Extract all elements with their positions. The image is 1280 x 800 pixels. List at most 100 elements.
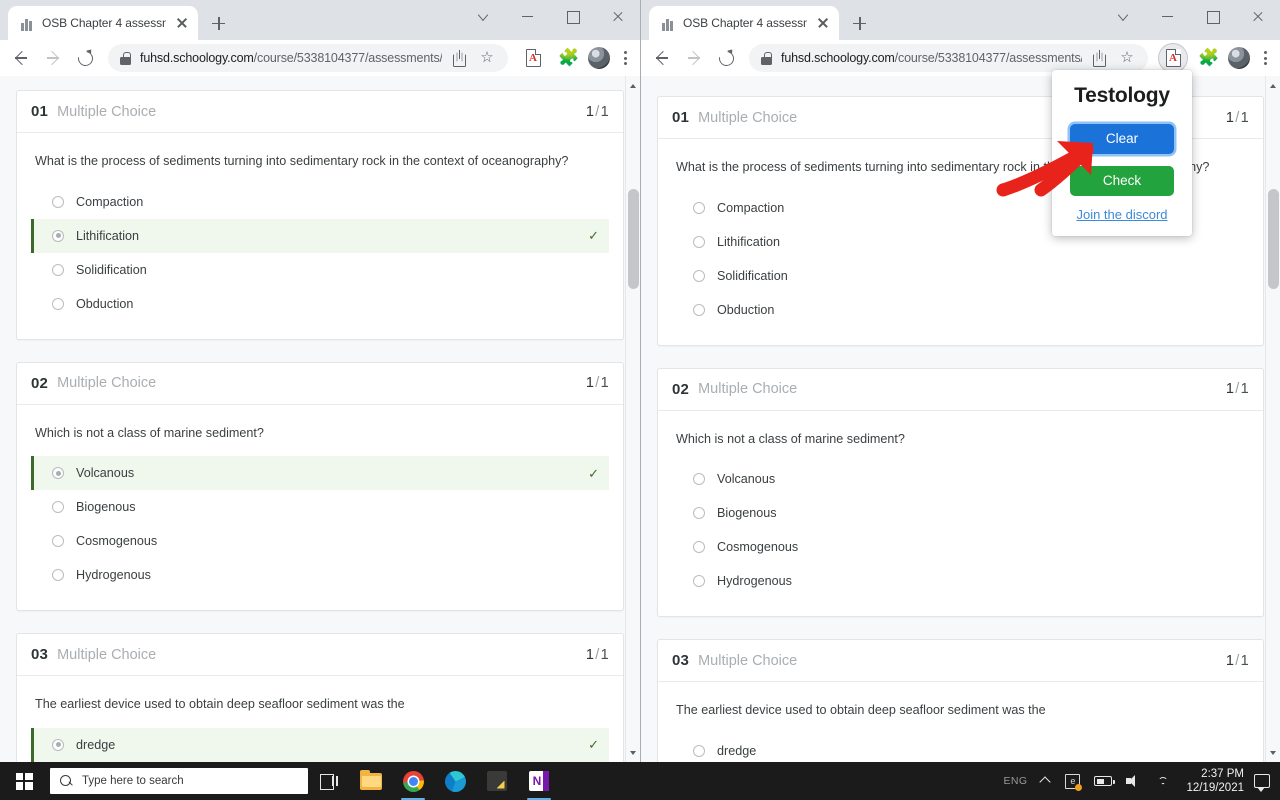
back-button[interactable]	[647, 43, 677, 73]
share-icon[interactable]	[451, 49, 469, 67]
answer-option[interactable]: Obduction	[31, 287, 609, 321]
answer-option[interactable]: Obduction	[672, 293, 1249, 327]
google-chrome-button[interactable]	[392, 762, 434, 800]
answer-option[interactable]: Cosmogenous	[672, 530, 1249, 564]
notifications-button[interactable]	[1254, 774, 1270, 788]
close-icon[interactable]	[174, 15, 190, 31]
answer-option[interactable]: Hydrogenous	[672, 564, 1249, 598]
forward-button[interactable]	[38, 43, 68, 73]
extensions-button[interactable]: 🧩	[1192, 43, 1222, 73]
answer-option[interactable]: dredge✓	[31, 728, 609, 762]
chevron-down-icon[interactable]	[1100, 0, 1145, 32]
radio-button-icon[interactable]	[693, 507, 705, 519]
reload-button[interactable]	[70, 43, 100, 73]
answer-option[interactable]: Biogenous	[31, 490, 609, 524]
scrollbar-thumb[interactable]	[628, 189, 639, 289]
language-indicator[interactable]: ENG	[996, 762, 1034, 800]
clear-button[interactable]: Clear	[1070, 124, 1174, 154]
answer-option-label: Hydrogenous	[717, 574, 792, 588]
answer-option[interactable]: Volcanous	[672, 462, 1249, 496]
radio-button-icon[interactable]	[693, 575, 705, 587]
bookmark-star-icon[interactable]: ☆	[478, 49, 496, 67]
browser-tab[interactable]: OSB Chapter 4 assessment | Scho	[8, 6, 198, 40]
radio-button-icon[interactable]	[693, 473, 705, 485]
answer-option[interactable]: Lithification✓	[31, 219, 609, 253]
battery-button[interactable]	[1087, 762, 1119, 800]
answer-option[interactable]: Volcanous✓	[31, 456, 609, 490]
share-icon[interactable]	[1091, 49, 1109, 67]
microsoft-edge-button[interactable]	[434, 762, 476, 800]
forward-button[interactable]	[679, 43, 709, 73]
task-view-button[interactable]	[308, 762, 350, 800]
extensions-button[interactable]: 🧩	[552, 43, 582, 73]
answer-option[interactable]: dredge	[672, 734, 1249, 762]
radio-button-icon[interactable]	[52, 739, 64, 751]
new-tab-button[interactable]	[845, 9, 873, 37]
radio-button-icon[interactable]	[693, 236, 705, 248]
volume-button[interactable]	[1119, 762, 1148, 800]
chrome-menu-button[interactable]	[616, 47, 634, 69]
tray-app-button[interactable]: e	[1058, 762, 1087, 800]
radio-button-icon[interactable]	[52, 230, 64, 242]
task-view-icon	[320, 773, 338, 789]
close-window-button[interactable]	[595, 0, 640, 32]
chevron-down-icon[interactable]	[460, 0, 505, 32]
bookmark-star-icon[interactable]: ☆	[1118, 49, 1136, 67]
page-scrollbar-left[interactable]	[625, 76, 640, 762]
question-text: Which is not a class of marine sediment?	[676, 431, 1249, 449]
network-button[interactable]	[1148, 762, 1178, 800]
radio-button-icon[interactable]	[52, 467, 64, 479]
window-controls	[460, 0, 640, 32]
address-bar[interactable]: fuhsd.schoology.com/course/5338104377/as…	[749, 44, 1148, 72]
minimize-button[interactable]	[505, 0, 550, 32]
radio-button-icon[interactable]	[52, 196, 64, 208]
answer-option[interactable]: Solidification	[672, 259, 1249, 293]
radio-button-icon[interactable]	[693, 270, 705, 282]
browser-tab[interactable]: OSB Chapter 4 assessment | Scho	[649, 6, 839, 40]
radio-button-icon[interactable]	[52, 569, 64, 581]
address-bar[interactable]: fuhsd.schoology.com/course/5338104377/as…	[108, 44, 508, 72]
radio-button-icon[interactable]	[693, 304, 705, 316]
radio-button-icon[interactable]	[52, 264, 64, 276]
answer-option[interactable]: Cosmogenous	[31, 524, 609, 558]
show-hidden-icons-button[interactable]	[1034, 762, 1058, 800]
answer-option[interactable]: Compaction	[31, 185, 609, 219]
onenote-button[interactable]: N	[518, 762, 560, 800]
maximize-button[interactable]	[550, 0, 595, 32]
back-button[interactable]	[6, 43, 36, 73]
new-tab-button[interactable]	[204, 9, 232, 37]
file-explorer-button[interactable]	[350, 762, 392, 800]
clock[interactable]: 2:37 PM 12/19/2021	[1178, 767, 1252, 796]
radio-button-icon[interactable]	[693, 202, 705, 214]
answer-option[interactable]: Biogenous	[672, 496, 1249, 530]
battery-icon	[1094, 776, 1112, 786]
page-scrollbar-right[interactable]	[1265, 76, 1280, 762]
chrome-menu-button[interactable]	[1256, 47, 1274, 69]
scroll-down-arrow-icon[interactable]	[1266, 745, 1280, 760]
profile-avatar[interactable]	[588, 47, 610, 69]
close-icon[interactable]	[815, 15, 831, 31]
radio-button-icon[interactable]	[693, 541, 705, 553]
maximize-button[interactable]	[1190, 0, 1235, 32]
reload-button[interactable]	[711, 43, 741, 73]
profile-avatar[interactable]	[1228, 47, 1250, 69]
close-window-button[interactable]	[1235, 0, 1280, 32]
scroll-up-arrow-icon[interactable]	[626, 78, 640, 93]
radio-button-icon[interactable]	[693, 745, 705, 757]
join-discord-link[interactable]: Join the discord	[1076, 207, 1167, 222]
testology-extension-button[interactable]: A	[1158, 43, 1188, 73]
minimize-button[interactable]	[1145, 0, 1190, 32]
radio-button-icon[interactable]	[52, 298, 64, 310]
sticky-notes-button[interactable]	[476, 762, 518, 800]
answer-option[interactable]: Hydrogenous	[31, 558, 609, 592]
radio-button-icon[interactable]	[52, 501, 64, 513]
answer-option[interactable]: Solidification	[31, 253, 609, 287]
scroll-up-arrow-icon[interactable]	[1266, 78, 1280, 93]
testology-extension-button[interactable]: A	[518, 43, 548, 73]
check-button[interactable]: Check	[1070, 166, 1174, 196]
radio-button-icon[interactable]	[52, 535, 64, 547]
taskbar-search-input[interactable]: Type here to search	[50, 768, 308, 794]
scrollbar-thumb[interactable]	[1268, 189, 1279, 289]
scroll-down-arrow-icon[interactable]	[626, 745, 640, 760]
start-button[interactable]	[0, 762, 48, 800]
